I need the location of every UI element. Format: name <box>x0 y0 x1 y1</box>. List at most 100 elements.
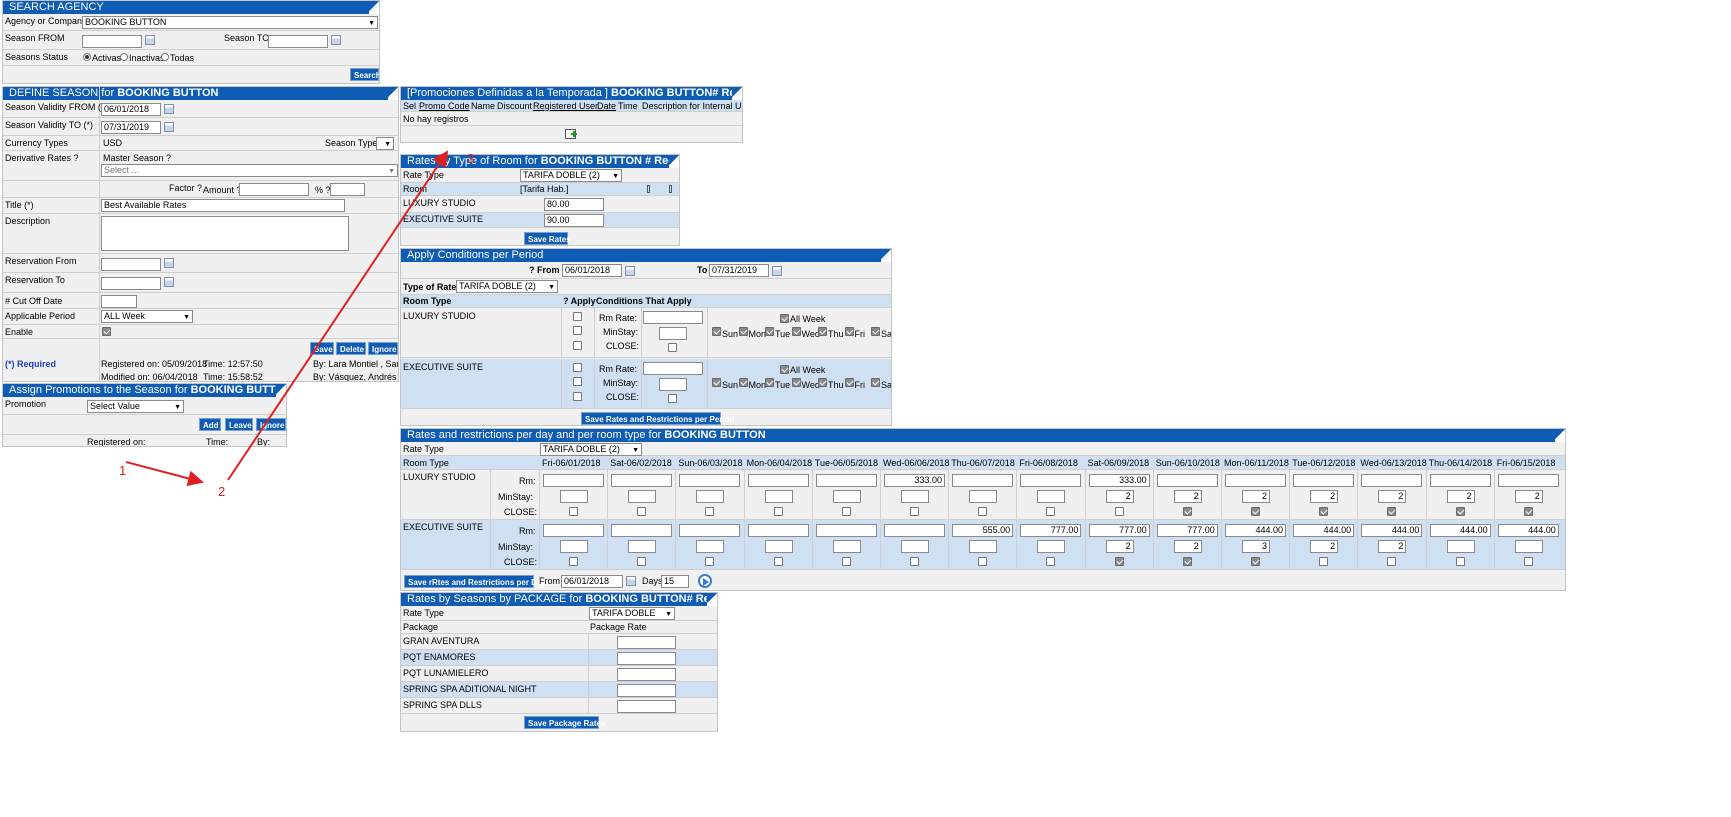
save-period-button[interactable]: Save Rates and Restrictions per Period <box>581 412 734 425</box>
day-rate-input[interactable] <box>952 474 1014 487</box>
day-rate-input[interactable]: 777.00 <box>1088 524 1150 537</box>
period-from-input[interactable]: 06/01/2018 <box>562 264 622 277</box>
package-rate-input[interactable] <box>617 700 676 713</box>
day-checkbox-mon[interactable] <box>738 327 748 336</box>
days-input[interactable]: 15 <box>661 575 689 588</box>
day-minstay-input[interactable] <box>1037 490 1066 503</box>
save-per-day-button[interactable]: Save rRtes and Restrictions per Day <box>404 575 546 588</box>
day-close-checkbox[interactable] <box>1046 507 1056 516</box>
apply-checkbox[interactable] <box>573 363 582 372</box>
day-rate-input[interactable] <box>679 524 741 537</box>
ignore-button[interactable]: Ignore <box>368 342 398 355</box>
day-rate-input[interactable] <box>543 474 604 487</box>
day-minstay-input[interactable] <box>901 490 929 503</box>
day-checkbox-tue[interactable] <box>765 327 774 336</box>
calendar-icon[interactable] <box>164 258 174 268</box>
day-close-checkbox[interactable] <box>1455 507 1465 516</box>
add-button[interactable]: Add <box>199 418 221 431</box>
save-button[interactable]: Save <box>310 342 334 355</box>
day-minstay-input[interactable] <box>628 540 657 553</box>
day-rate-input[interactable] <box>747 524 809 537</box>
delete-button[interactable]: Delete <box>336 342 366 355</box>
day-minstay-input[interactable] <box>1037 540 1066 553</box>
validity-to-input[interactable]: 07/31/2019 <box>101 121 161 134</box>
day-minstay-input[interactable]: 2 <box>1173 540 1202 553</box>
room-rate-input[interactable]: 80.00 <box>544 198 604 211</box>
rm-rate-input[interactable] <box>643 362 703 375</box>
enable-checkbox[interactable] <box>102 327 111 336</box>
apply-checkbox[interactable] <box>573 341 582 350</box>
calendar-icon[interactable] <box>164 122 174 132</box>
day-close-checkbox[interactable] <box>910 507 919 516</box>
day-close-checkbox[interactable] <box>1387 557 1397 566</box>
day-close-checkbox[interactable] <box>910 557 919 566</box>
day-rate-input[interactable]: 333.00 <box>884 474 945 487</box>
day-rate-input[interactable] <box>611 474 673 487</box>
day-close-checkbox[interactable] <box>1046 557 1056 566</box>
day-rate-input[interactable] <box>1225 474 1286 487</box>
day-rate-input[interactable] <box>884 524 945 537</box>
type-of-rate-select[interactable]: TARIFA DOBLE (2) <box>456 280 558 293</box>
day-close-checkbox[interactable] <box>1319 507 1329 516</box>
day-close-checkbox[interactable] <box>1251 507 1260 516</box>
day-minstay-input[interactable]: 2 <box>1514 490 1543 503</box>
status-radio-todas[interactable] <box>161 53 169 61</box>
all-week-checkbox[interactable] <box>780 314 789 323</box>
day-rate-input[interactable] <box>679 474 741 487</box>
period-to-input[interactable]: 07/31/2019 <box>709 264 769 277</box>
day-minstay-input[interactable] <box>764 540 793 553</box>
col-registered-user[interactable]: Registered User <box>533 101 598 111</box>
day-checkbox-sat[interactable] <box>871 327 880 336</box>
minstay-input[interactable] <box>659 327 687 340</box>
close-checkbox[interactable] <box>668 394 677 403</box>
day-close-checkbox[interactable] <box>569 557 578 566</box>
day-close-checkbox[interactable] <box>1319 557 1329 566</box>
cutoff-input[interactable] <box>101 295 137 308</box>
day-minstay-input[interactable] <box>1514 540 1543 553</box>
day-minstay-input[interactable]: 2 <box>1242 490 1270 503</box>
day-minstay-input[interactable] <box>969 490 998 503</box>
day-minstay-input[interactable]: 2 <box>1105 490 1134 503</box>
validity-from-input[interactable]: 06/01/2018 <box>101 103 161 116</box>
rm-rate-input[interactable] <box>643 311 703 324</box>
day-rate-input[interactable] <box>815 524 877 537</box>
promotion-select[interactable]: Select Value <box>87 400 184 413</box>
res-from-input[interactable] <box>101 258 161 271</box>
day-rate-input[interactable] <box>1293 474 1355 487</box>
day-rate-input[interactable]: 777.00 <box>1156 524 1218 537</box>
day-rate-input[interactable] <box>747 474 809 487</box>
col-date[interactable]: Date <box>597 101 616 111</box>
day-rate-input[interactable]: 333.00 <box>1088 474 1150 487</box>
calendar-icon[interactable] <box>164 104 174 114</box>
master-season-select[interactable]: Select ... <box>101 164 398 177</box>
season-type-select[interactable] <box>376 137 394 150</box>
package-rate-input[interactable] <box>617 684 676 697</box>
day-close-checkbox[interactable] <box>1455 557 1465 566</box>
day-rate-input[interactable] <box>1429 474 1491 487</box>
day-close-checkbox[interactable] <box>773 557 783 566</box>
calendar-icon[interactable] <box>164 277 174 287</box>
day-minstay-input[interactable] <box>832 540 861 553</box>
day-close-checkbox[interactable] <box>1523 557 1533 566</box>
day-minstay-input[interactable]: 2 <box>1310 540 1339 553</box>
day-checkbox-sun[interactable] <box>712 378 721 387</box>
day-minstay-input[interactable] <box>832 490 861 503</box>
add-record-icon[interactable] <box>565 129 577 139</box>
season-from-input[interactable] <box>82 35 142 48</box>
day-close-checkbox[interactable] <box>1251 557 1260 566</box>
apply-checkbox[interactable] <box>573 392 582 401</box>
day-close-checkbox[interactable] <box>1523 507 1533 516</box>
day-close-checkbox[interactable] <box>1182 557 1192 566</box>
period-select[interactable]: ALL Week <box>101 310 193 323</box>
day-checkbox-fri[interactable] <box>844 327 854 336</box>
day-rate-input[interactable] <box>1020 474 1082 487</box>
day-close-checkbox[interactable] <box>569 507 578 516</box>
day-minstay-input[interactable]: 3 <box>1242 540 1270 553</box>
day-rate-input[interactable] <box>1361 474 1423 487</box>
ignore-button[interactable]: Ignore <box>256 418 286 431</box>
save-package-button[interactable]: Save Package Rates <box>524 716 605 729</box>
package-rate-input[interactable] <box>617 652 676 665</box>
day-minstay-input[interactable]: 2 <box>1378 490 1407 503</box>
res-to-input[interactable] <box>101 277 161 290</box>
day-close-checkbox[interactable] <box>773 507 783 516</box>
